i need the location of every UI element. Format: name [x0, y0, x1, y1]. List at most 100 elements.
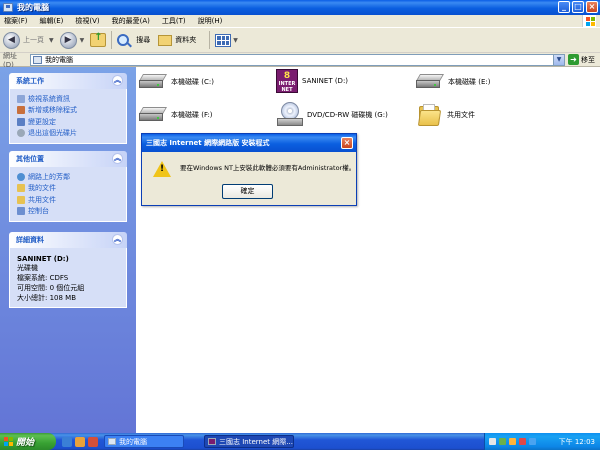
volume-icon[interactable]: [529, 438, 536, 445]
system-tasks-header[interactable]: 系統工作 ︽: [9, 73, 127, 89]
back-icon[interactable]: ◀: [3, 31, 20, 49]
place-label: 共用文件: [28, 195, 56, 204]
task-pane: 系統工作 ︽ 檢視系統資訊 新增或移除程式 變更設定 退出這個光碟片 其他位置 …: [0, 67, 136, 433]
search-button[interactable]: 搜尋: [117, 34, 150, 46]
collapse-chevron-icon[interactable]: ︽: [112, 234, 123, 245]
drive-item-f[interactable]: 本機磁碟 (F:): [138, 107, 213, 123]
details-header[interactable]: 詳細資料 ︽: [9, 232, 127, 248]
minimize-button[interactable]: _: [558, 1, 570, 13]
taskbar-item-label: 我的電腦: [119, 437, 147, 446]
drive-label: 本機磁碟 (C:): [171, 78, 214, 86]
task-eject-disc[interactable]: 退出這個光碟片: [17, 128, 119, 140]
drive-label: SANINET (D:): [302, 77, 349, 85]
my-computer-icon: [108, 438, 116, 445]
shared-folder-icon: [417, 104, 442, 126]
address-value: 我的電腦: [45, 56, 73, 64]
go-arrow-icon: ➜: [568, 54, 579, 65]
media-icon[interactable]: [75, 436, 85, 447]
place-control-panel[interactable]: 控制台: [17, 206, 119, 218]
maximize-button[interactable]: □: [572, 1, 584, 13]
taskbar-item-setup[interactable]: 三國志 Internet 網際...: [204, 435, 294, 448]
folders-icon: [158, 34, 173, 46]
menu-view[interactable]: 檢視(V): [75, 16, 99, 26]
task-label: 新增或移除程式: [28, 106, 77, 115]
menu-file[interactable]: 檔案(F): [4, 16, 28, 26]
menu-help[interactable]: 說明(H): [198, 16, 223, 26]
dialog-title-bar[interactable]: 三國志 Internet 網際網路版 安裝程式 ×: [142, 134, 356, 152]
place-my-documents[interactable]: 我的文件: [17, 183, 119, 195]
views-dropdown-icon[interactable]: ▼: [233, 37, 238, 44]
tray-icon[interactable]: [499, 438, 506, 445]
back-button-label[interactable]: 上一頁: [23, 35, 44, 45]
hard-drive-icon: [138, 74, 168, 90]
task-add-remove-programs[interactable]: 新增或移除程式: [17, 105, 119, 117]
hard-drive-icon: [415, 74, 445, 90]
folders-button[interactable]: 資料夾: [158, 34, 197, 46]
hard-drive-icon: [138, 107, 168, 123]
window-title: 我的電腦: [17, 3, 49, 12]
details-free-space: 可用空間: 0 個位元組: [17, 284, 85, 292]
views-icon[interactable]: [215, 33, 232, 47]
collapse-chevron-icon[interactable]: ︽: [112, 153, 123, 164]
panel-title: 系統工作: [16, 77, 44, 85]
other-places-header[interactable]: 其他位置 ︽: [9, 151, 127, 167]
toolbar-separator: [111, 31, 113, 49]
collapse-chevron-icon[interactable]: ︽: [112, 75, 123, 86]
place-network[interactable]: 網路上的芳鄰: [17, 171, 119, 183]
ok-button[interactable]: 確定: [222, 184, 273, 199]
task-view-system-info[interactable]: 檢視系統資訊: [17, 93, 119, 105]
search-button-label: 搜尋: [136, 36, 151, 44]
close-button[interactable]: ×: [586, 1, 598, 13]
task-label: 退出這個光碟片: [28, 129, 77, 138]
start-button[interactable]: 開始: [0, 433, 56, 450]
taskbar-item-label: 三國志 Internet 網際...: [219, 437, 293, 446]
tray-icon[interactable]: [489, 438, 496, 445]
place-shared-documents[interactable]: 共用文件: [17, 194, 119, 206]
menu-tools[interactable]: 工具(T): [162, 16, 186, 26]
address-dropdown-icon[interactable]: ▼: [553, 55, 564, 65]
drive-item-c[interactable]: 本機磁碟 (C:): [138, 74, 214, 90]
folder-label: 共用文件: [447, 111, 475, 119]
dialog-title: 三國志 Internet 網際網路版 安裝程式: [146, 139, 270, 147]
tray-icon[interactable]: [519, 438, 526, 445]
place-label: 我的文件: [28, 184, 56, 193]
dialog-message: 要在Windows NT上安裝此軟體必須要有Administrator權。: [180, 164, 356, 172]
details-panel: 詳細資料 ︽ SANINET (D:) 光碟機 檔案系統: CDFS 可用空間:…: [9, 232, 127, 308]
address-input[interactable]: 我的電腦 ▼: [30, 54, 565, 66]
network-places-icon: [17, 172, 25, 181]
taskbar: 開始 我的電腦 三國志 Internet 網際... 下午 12:03: [0, 433, 600, 450]
windows-logo-icon: [582, 15, 596, 27]
menu-favorites[interactable]: 我的最愛(A): [112, 16, 150, 26]
back-dropdown-icon[interactable]: ▼: [49, 37, 54, 44]
place-label: 網路上的芳鄰: [28, 172, 70, 181]
up-folder-icon[interactable]: [90, 32, 107, 47]
folders-button-label: 資料夾: [175, 36, 197, 44]
drive-item-g[interactable]: DVD/CD-RW 磁碟機 (G:): [277, 102, 388, 128]
app-shortcut-icon[interactable]: [88, 436, 98, 447]
drive-item-d[interactable]: 8 INTER NET SANINET (D:): [276, 69, 348, 93]
system-tray: 下午 12:03: [484, 433, 600, 450]
system-tasks-panel: 系統工作 ︽ 檢視系統資訊 新增或移除程式 變更設定 退出這個光碟片: [9, 73, 127, 144]
details-file-system: 檔案系統: CDFS: [17, 274, 69, 282]
control-panel-icon: [17, 207, 25, 216]
search-icon: [117, 34, 130, 46]
windows-flag-icon: [4, 437, 13, 446]
add-remove-programs-icon: [17, 106, 25, 115]
tray-icon[interactable]: [509, 438, 516, 445]
ie-icon[interactable]: [62, 436, 72, 447]
forward-icon[interactable]: ▶: [59, 31, 77, 49]
go-button[interactable]: ➜ 移至: [568, 54, 595, 65]
address-bar: 網址(D) 我的電腦 ▼ ➜ 移至: [0, 51, 600, 69]
drive-item-e[interactable]: 本機磁碟 (E:): [415, 74, 491, 90]
taskbar-item-my-computer[interactable]: 我的電腦: [104, 435, 184, 448]
toolbar: ◀ 上一頁 ▼ ▶ ▼ 搜尋 資料夾 ▼: [0, 28, 600, 53]
window-title-bar[interactable]: 我的電腦 _ □ ×: [0, 0, 600, 15]
details-type: 光碟機: [17, 264, 38, 272]
task-change-settings[interactable]: 變更設定: [17, 116, 119, 128]
dialog-close-button[interactable]: ×: [341, 137, 353, 149]
shared-documents-item[interactable]: 共用文件: [417, 104, 475, 126]
address-label: 網址(D): [3, 51, 17, 69]
drive-label: 本機磁碟 (E:): [448, 78, 491, 86]
menu-edit[interactable]: 編輯(E): [40, 16, 64, 26]
forward-dropdown-icon[interactable]: ▼: [80, 37, 85, 44]
